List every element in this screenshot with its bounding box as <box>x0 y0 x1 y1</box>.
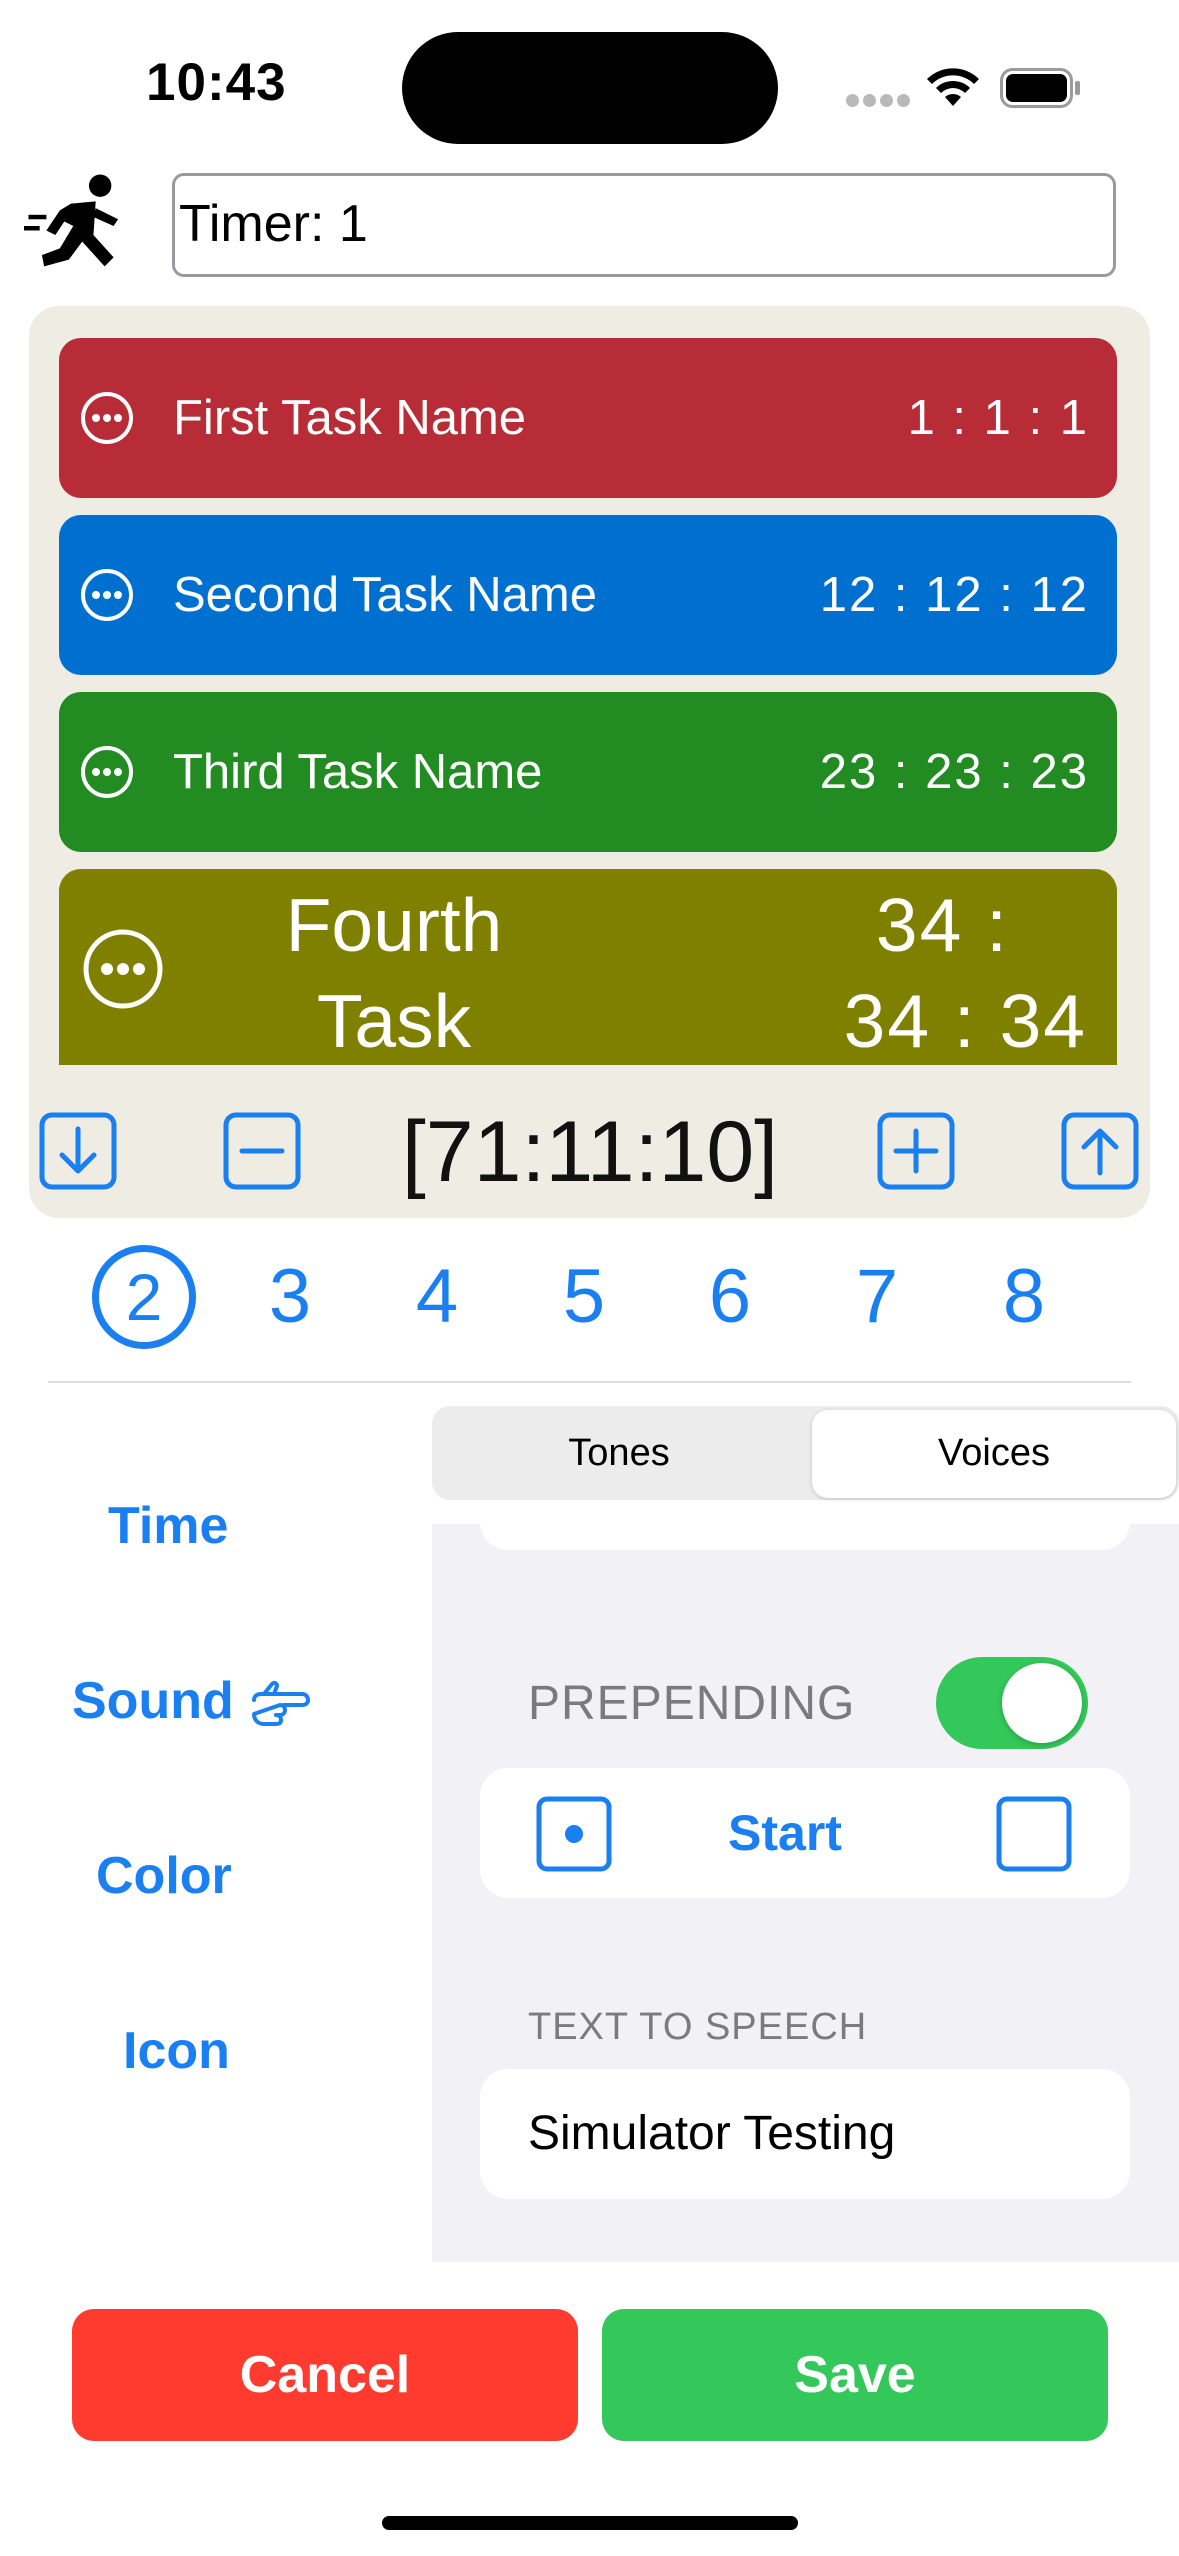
home-indicator <box>382 2516 798 2530</box>
text-to-speech-header: TEXT TO SPEECH <box>528 2006 868 2048</box>
dynamic-island <box>402 32 778 144</box>
save-button[interactable]: Save <box>602 2309 1108 2441</box>
task-list-panel: First Task Name 1 : 1 : 1 Second Task Na… <box>29 306 1150 1218</box>
ellipsis-circle-icon[interactable] <box>79 390 135 446</box>
divider <box>48 1381 1131 1383</box>
prepending-toggle[interactable] <box>936 1657 1088 1749</box>
arrow-down-square-icon[interactable] <box>39 1112 117 1190</box>
number-option[interactable]: 6 <box>678 1245 782 1349</box>
cancel-button[interactable]: Cancel <box>72 2309 578 2441</box>
ellipsis-circle-icon[interactable] <box>81 927 165 1011</box>
battery-icon <box>1000 68 1080 108</box>
number-option[interactable]: 3 <box>238 1245 342 1349</box>
segment-tones[interactable]: Tones <box>432 1406 806 1500</box>
timer-name-input[interactable]: Timer: 1 <box>172 173 1116 277</box>
runner-icon[interactable] <box>24 170 136 282</box>
minus-square-icon[interactable] <box>223 1112 301 1190</box>
menu-item-color[interactable]: Color <box>96 1846 232 1906</box>
hand-point-right-icon <box>252 1680 310 1726</box>
plus-square-icon[interactable] <box>877 1112 955 1190</box>
task-duration: 34 : 34 : 34 <box>843 883 1087 1063</box>
menu-item-time[interactable]: Time <box>108 1496 228 1556</box>
start-position-card: Start <box>480 1768 1130 1898</box>
number-option[interactable]: 7 <box>825 1245 929 1349</box>
number-option[interactable]: 8 <box>972 1245 1076 1349</box>
task-duration: 23 : 23 : 23 <box>819 745 1089 799</box>
task-name: Second Task Name <box>173 568 597 622</box>
task-name: First Task Name <box>173 391 527 445</box>
number-option-selected[interactable]: 2 <box>92 1245 196 1349</box>
segment-voices[interactable]: Voices <box>812 1406 1176 1500</box>
task-name: Fourth Task Name <box>285 883 503 1063</box>
task-row[interactable]: First Task Name 1 : 1 : 1 <box>59 338 1117 498</box>
menu-item-icon[interactable]: Icon <box>123 2021 230 2081</box>
ellipsis-circle-icon[interactable] <box>79 744 135 800</box>
ellipsis-circle-icon[interactable] <box>79 567 135 623</box>
arrow-up-square-icon[interactable] <box>1061 1112 1139 1190</box>
task-row[interactable]: Fourth Task Name 34 : 34 : 34 <box>59 869 1117 1065</box>
status-time: 10:43 <box>146 53 287 112</box>
total-duration: [71:11:10] <box>401 1104 779 1200</box>
prepending-label: PREPENDING <box>528 1677 856 1730</box>
wifi-icon <box>927 68 979 106</box>
text-to-speech-value[interactable]: Simulator Testing <box>528 2069 895 2199</box>
menu-item-sound[interactable]: Sound <box>72 1671 234 1731</box>
dot-square-icon[interactable] <box>536 1796 612 1872</box>
task-duration: 1 : 1 : 1 <box>907 391 1089 445</box>
task-name: Third Task Name <box>173 745 543 799</box>
text-to-speech-field[interactable]: Simulator Testing <box>480 2069 1130 2199</box>
task-duration: 12 : 12 : 12 <box>819 568 1089 622</box>
number-option[interactable]: 5 <box>532 1245 636 1349</box>
task-row[interactable]: Second Task Name 12 : 12 : 12 <box>59 515 1117 675</box>
number-option[interactable]: 4 <box>385 1245 489 1349</box>
empty-square-icon[interactable] <box>996 1796 1072 1872</box>
start-label[interactable]: Start <box>680 1768 890 1898</box>
task-row[interactable]: Third Task Name 23 : 23 : 23 <box>59 692 1117 852</box>
